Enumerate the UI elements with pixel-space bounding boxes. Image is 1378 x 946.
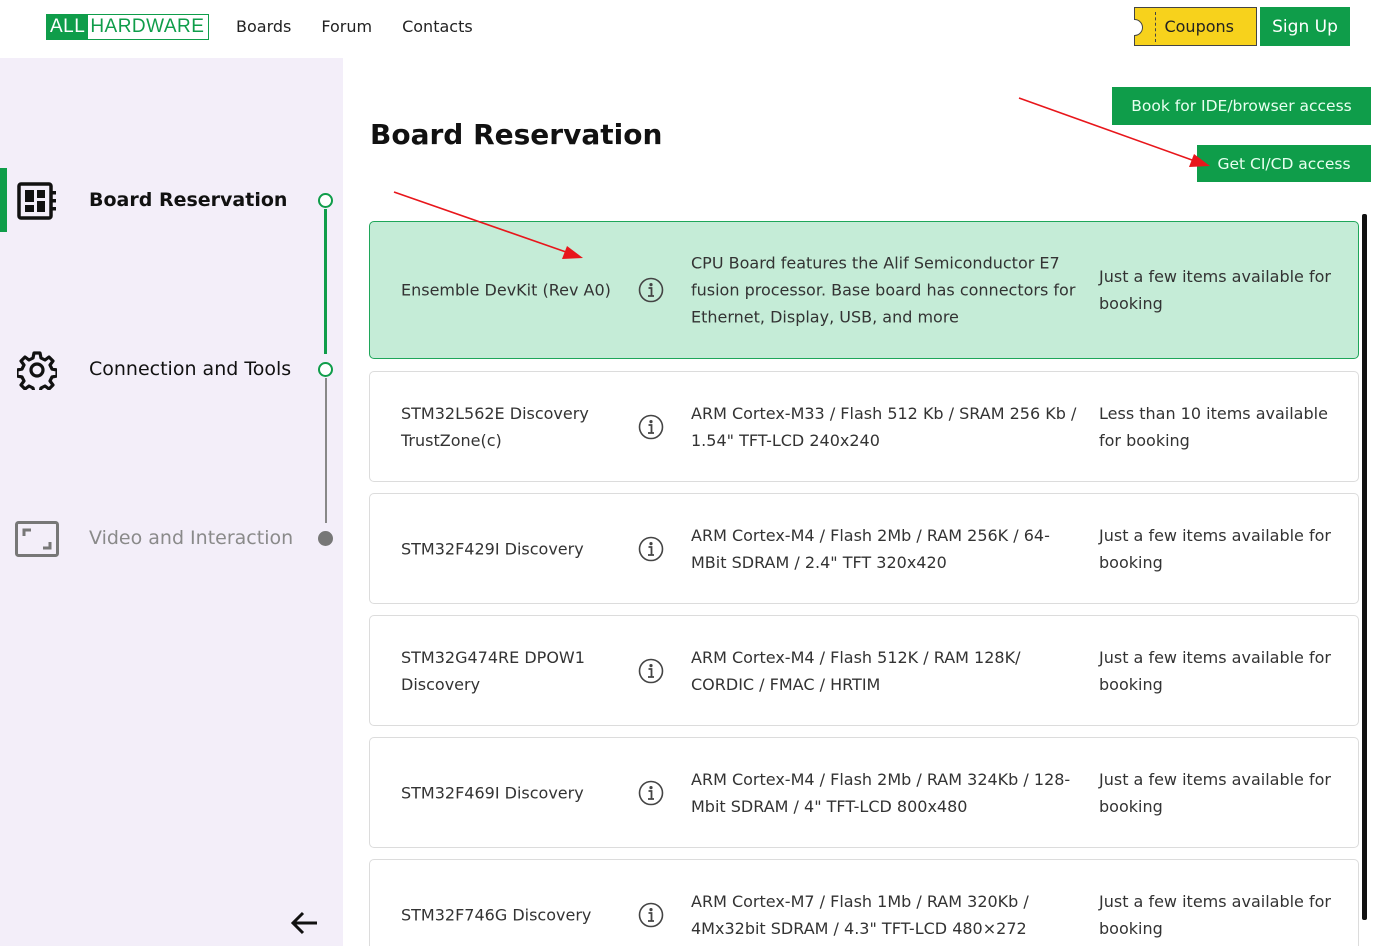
board-name: STM32F429I Discovery bbox=[401, 539, 584, 558]
board-card[interactable]: STM32F429I Discovery ARM Cortex-M4 / Fla… bbox=[369, 493, 1359, 604]
board-description: ARM Cortex-M4 / Flash 2Mb / RAM 256K / 6… bbox=[691, 525, 1050, 572]
board-name: STM32G474RE DPOW1 Discovery bbox=[401, 647, 585, 694]
get-ci-cd-access-button[interactable]: Get CI/CD access bbox=[1197, 145, 1371, 182]
board-availability: Just a few items available for booking bbox=[1099, 647, 1331, 694]
step-label: Connection and Tools bbox=[89, 358, 292, 380]
board-availability: Just a few items available for booking bbox=[1099, 525, 1331, 572]
step-board-reservation[interactable]: Board Reservation bbox=[0, 176, 343, 226]
step-status-dot bbox=[318, 531, 333, 546]
book-ide-browser-access-button[interactable]: Book for IDE/browser access bbox=[1112, 87, 1371, 125]
board-description: ARM Cortex-M33 / Flash 512 Kb / SRAM 256… bbox=[691, 403, 1077, 450]
main-nav: Boards Forum Contacts bbox=[236, 17, 473, 36]
info-icon[interactable] bbox=[638, 277, 664, 303]
step-video-and-interaction: Video and Interaction bbox=[0, 514, 343, 564]
board-card[interactable]: STM32L562E Discovery TrustZone(c) ARM Co… bbox=[369, 371, 1359, 482]
logo-hardware: HARDWARE bbox=[90, 16, 205, 37]
board-description: ARM Cortex-M4 / Flash 512K / RAM 128K/ C… bbox=[691, 647, 1021, 694]
info-icon[interactable] bbox=[638, 902, 664, 928]
allhardware-logo[interactable]: ALL HARDWARE bbox=[46, 14, 210, 40]
step-connector-line bbox=[324, 209, 327, 354]
board-description: ARM Cortex-M7 / Flash 1Mb / RAM 320Kb / … bbox=[691, 891, 1029, 938]
step-status-dot bbox=[318, 362, 333, 377]
board-availability: Just a few items available for booking bbox=[1099, 267, 1331, 313]
board-availability: Just a few items available for booking bbox=[1099, 769, 1331, 816]
collapse-back-arrow-icon[interactable] bbox=[288, 908, 320, 938]
coupons-button[interactable]: Coupons bbox=[1134, 7, 1257, 46]
board-list-scrollbar[interactable] bbox=[1362, 214, 1367, 920]
info-icon[interactable] bbox=[638, 414, 664, 440]
board-card[interactable]: Ensemble DevKit (Rev A0) CPU Board featu… bbox=[369, 221, 1359, 359]
top-navigation-bar: ALL HARDWARE Boards Forum Contacts Coupo… bbox=[0, 0, 1378, 58]
board-availability: Less than 10 items available for booking bbox=[1099, 403, 1328, 450]
board-card[interactable]: STM32G474RE DPOW1 Discovery ARM Cortex-M… bbox=[369, 615, 1359, 726]
logo-all: ALL bbox=[47, 15, 89, 39]
nav-boards-link[interactable]: Boards bbox=[236, 17, 291, 36]
board-description: CPU Board features the Alif Semiconducto… bbox=[691, 253, 1076, 327]
coupons-label: Coupons bbox=[1164, 17, 1234, 36]
board-name: STM32L562E Discovery TrustZone(c) bbox=[401, 403, 589, 450]
board-availability: Just a few items available for booking bbox=[1099, 891, 1331, 938]
reservation-steps-sidebar: Board Reservation Connection and Tools V… bbox=[0, 58, 343, 946]
sign-up-button[interactable]: Sign Up bbox=[1260, 7, 1350, 46]
board-name: Ensemble DevKit (Rev A0) bbox=[401, 280, 611, 300]
step-status-dot bbox=[318, 193, 333, 208]
gear-icon bbox=[14, 348, 60, 392]
board-card[interactable]: STM32F469I Discovery ARM Cortex-M4 / Fla… bbox=[369, 737, 1359, 848]
nav-forum-link[interactable]: Forum bbox=[321, 17, 372, 36]
step-connection-and-tools[interactable]: Connection and Tools bbox=[0, 345, 343, 395]
board-name: STM32F469I Discovery bbox=[401, 783, 584, 802]
ticket-perforation bbox=[1155, 12, 1156, 42]
ticket-notch-icon bbox=[1134, 19, 1143, 36]
step-connector-line bbox=[324, 378, 327, 523]
info-icon[interactable] bbox=[638, 780, 664, 806]
nav-contacts-link[interactable]: Contacts bbox=[402, 17, 473, 36]
sign-up-label: Sign Up bbox=[1272, 16, 1338, 37]
video-frame-icon bbox=[14, 517, 60, 561]
step-label: Video and Interaction bbox=[89, 527, 294, 549]
info-icon[interactable] bbox=[638, 536, 664, 562]
board-card[interactable]: STM32F746G Discovery ARM Cortex-M7 / Fla… bbox=[369, 859, 1359, 946]
board-description: ARM Cortex-M4 / Flash 2Mb / RAM 324Kb / … bbox=[691, 769, 1071, 816]
step-label: Board Reservation bbox=[89, 189, 288, 211]
page-title: Board Reservation bbox=[370, 118, 663, 151]
info-icon[interactable] bbox=[638, 658, 664, 684]
board-name: STM32F746G Discovery bbox=[401, 905, 592, 924]
board-icon bbox=[14, 179, 60, 223]
